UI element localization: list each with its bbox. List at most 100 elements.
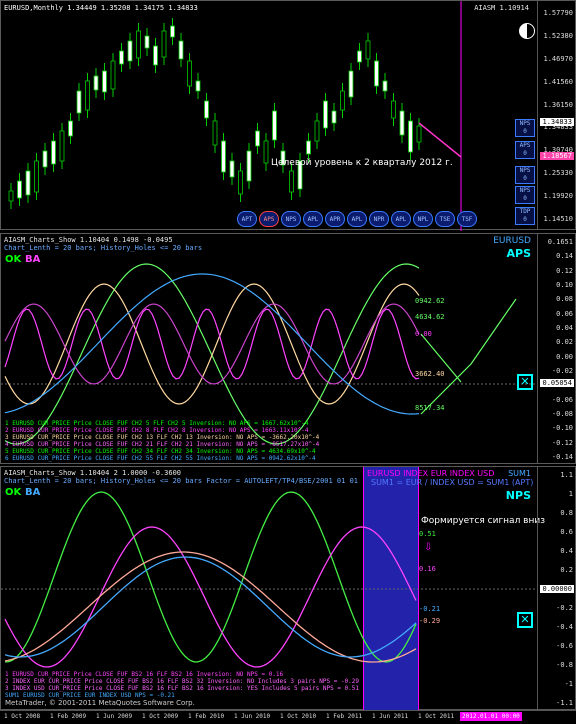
indicator-toggle-button[interactable]: APS — [259, 211, 279, 227]
axis-tick: 1.57790 — [543, 9, 573, 17]
time-label: 1 Oct 2008 — [4, 713, 41, 720]
candle-body — [76, 90, 82, 114]
axis-tick: -0.12 — [551, 438, 573, 447]
indicator-toggle-button[interactable]: APR — [325, 211, 345, 227]
indicator-toggle-button[interactable]: APL — [391, 211, 411, 227]
legend-line: 1 EURUSD CUR_PRICE Price CLOSE FUF CH2 5… — [5, 420, 309, 427]
axis-tick: 0.10 — [556, 281, 573, 289]
axis-tick: -0.02 — [551, 367, 573, 375]
aps-indicator-pane[interactable]: AIASM_Charts_Show 1.10404 0.1498 -0.0495… — [0, 233, 576, 464]
time-label: 1 Jun 2009 — [96, 713, 133, 720]
candle-body — [348, 70, 354, 98]
price-chart-pane[interactable]: EURUSD,Monthly 1.34449 1.35208 1.34175 1… — [0, 0, 576, 231]
curve-value-label: 0942.62 — [415, 297, 445, 305]
cursor-time-label: 2012.01.01 00:00 — [460, 712, 522, 721]
nps-value-label: 0.00000 — [540, 585, 574, 593]
time-label: 1 Oct 2010 — [280, 713, 317, 720]
candle-body — [272, 110, 277, 141]
curve-value-label: 4634.62 — [415, 313, 445, 321]
indicator-curve — [4, 551, 417, 663]
candle-body — [161, 30, 167, 58]
axis-tick: -0.14 — [551, 453, 573, 461]
axis-tick: 1.41560 — [543, 77, 573, 86]
candle-body — [204, 100, 209, 119]
candle-body — [212, 120, 218, 146]
indicator-toggle-button[interactable]: NPL — [413, 211, 433, 227]
axis-tick: 1.36150 — [543, 100, 573, 109]
candle-body — [34, 160, 39, 193]
time-label: 1 Oct 2009 — [142, 713, 179, 720]
indicator-toggle-button[interactable]: APL — [303, 211, 323, 227]
axis-tick: -0.2 — [556, 604, 573, 612]
time-label: 1 Jun 2010 — [234, 713, 271, 720]
nps-close-icon[interactable]: ✕ — [517, 612, 533, 628]
candle-body — [229, 160, 235, 178]
curve-value-label: 8517.34 — [415, 404, 445, 412]
legend-line: SUM1 EURUSD CUR_PRICE EUR INDEX USD NPS … — [5, 692, 175, 699]
curve-value-label: -0.21 — [419, 605, 440, 613]
side-toggle-button[interactable]: NPS 0 — [515, 166, 535, 184]
axis-tick: 0.2 — [560, 566, 573, 574]
time-label: 1 Feb 2009 — [50, 713, 87, 720]
side-toggle-button[interactable]: APS 0 — [515, 141, 535, 159]
curve-value-label: -0.29 — [419, 617, 440, 625]
target-price-label: 1.18567 — [540, 152, 574, 160]
curve-value-label: 0.00 — [415, 330, 432, 338]
indicator-toggle-button[interactable]: APL — [347, 211, 367, 227]
candle-body — [246, 150, 252, 182]
candle-body — [68, 120, 73, 137]
aps-close-icon[interactable]: ✕ — [517, 374, 533, 390]
candle-body — [136, 30, 141, 59]
axis-tick: 1.52380 — [543, 31, 573, 40]
indicator-curve — [4, 283, 420, 405]
axis-tick: -0.4 — [556, 623, 573, 631]
candle-body — [170, 25, 175, 38]
legend-line: 3 EURUSD CUR_PRICE Price CLOSE FUF CH2 1… — [5, 434, 320, 441]
candle-body — [399, 110, 405, 136]
candle-body — [187, 60, 192, 87]
candle-body — [340, 90, 345, 111]
axis-tick: 0.14 — [556, 252, 573, 261]
axis-tick: -0.06 — [551, 395, 573, 404]
axis-tick: -0.8 — [556, 661, 573, 669]
curve-value-label: 3662.40 — [415, 370, 445, 378]
candle-body — [238, 170, 243, 195]
axis-tick: 1 — [568, 490, 573, 498]
target-annotation: Целевой уровень к 2 кварталу 2012 г. — [271, 158, 453, 168]
axis-tick: 1.1 — [560, 471, 573, 479]
candle-body — [416, 125, 422, 143]
candle-body — [93, 75, 99, 91]
axis-tick: -0.08 — [551, 410, 573, 418]
nps-indicator-pane[interactable]: AIASM_Charts_Show 1.10404 2 1.0000 -0.36… — [0, 466, 576, 711]
side-toggle-button[interactable]: TDP 0 — [515, 207, 535, 225]
candle-body — [17, 180, 22, 199]
indicator-toggle-button[interactable]: TSE — [435, 211, 455, 227]
indicator-toggle-button[interactable]: NPS — [281, 211, 301, 227]
candle-body — [51, 140, 56, 165]
time-label: 1 Feb 2011 — [326, 713, 363, 720]
candle-body — [263, 140, 269, 164]
candle-body — [178, 40, 184, 60]
candle-body — [408, 120, 413, 153]
indicator-toggle-button[interactable]: APT — [237, 211, 257, 227]
indicator-curve — [4, 273, 420, 415]
candle-body — [25, 170, 31, 196]
candle-body — [391, 100, 396, 119]
candle-body — [110, 60, 116, 90]
aps-axis: 0.1651 0.14 0.12 0.10 0.08 0.06 0.04 0.02 0.00 -0… — [537, 234, 575, 463]
axis-tick: 0.8 — [560, 509, 573, 517]
curve-value-label: 0.51 — [419, 530, 436, 538]
aps-value-label: 0.05054 — [540, 379, 574, 387]
side-toggle-button[interactable]: NPS 0 — [515, 186, 535, 204]
indicator-toggle-button[interactable]: TSF — [457, 211, 477, 227]
legend-line: 2 EURUSD CUR_PRICE Price CLOSE FUF CH2 8… — [5, 427, 309, 434]
time-label: 1 Jun 2011 — [372, 713, 409, 720]
side-toggle-button[interactable]: NPS 0 — [515, 119, 535, 137]
candle-body — [365, 40, 371, 60]
axis-tick: 0.08 — [556, 295, 573, 304]
axis-tick: 0.06 — [556, 309, 573, 318]
down-arrow-icon: ⇩ — [424, 542, 433, 553]
indicator-toggle-button[interactable]: NPR — [369, 211, 389, 227]
axis-tick: 1.19920 — [543, 192, 573, 201]
axis-tick: 0.00 — [556, 352, 573, 361]
